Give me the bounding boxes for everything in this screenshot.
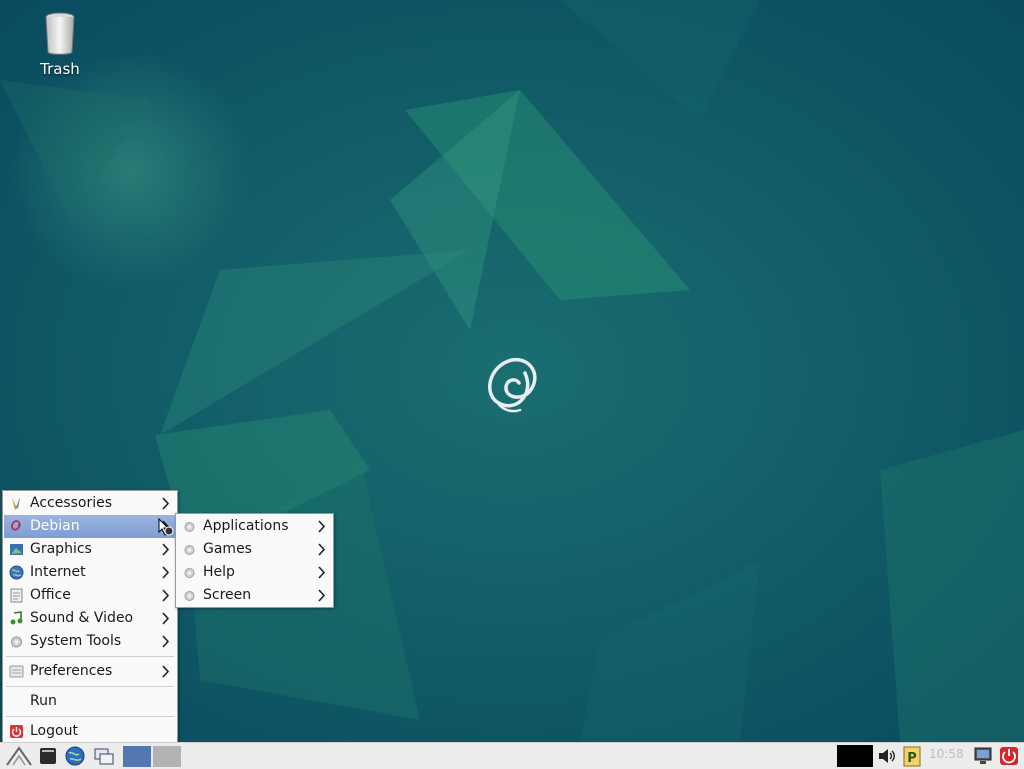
chevron-right-icon <box>162 543 170 556</box>
menu-item-preferences[interactable]: Preferences <box>4 660 176 683</box>
chevron-right-icon <box>318 566 326 579</box>
mouse-cursor-icon <box>158 518 174 536</box>
menu-launcher-button[interactable] <box>4 745 34 767</box>
application-menu: Accessories Debian Graphics Internet Off… <box>2 490 178 746</box>
menu-item-label: Debian <box>30 518 80 534</box>
chevron-right-icon <box>162 635 170 648</box>
menu-item-label: Graphics <box>30 541 92 557</box>
chevron-right-icon <box>162 665 170 678</box>
network-status[interactable] <box>972 745 994 767</box>
menu-item-label: Accessories <box>30 495 113 511</box>
show-desktop-button[interactable] <box>92 745 116 767</box>
preferences-icon <box>9 665 24 678</box>
menu-item-label: Screen <box>203 587 252 603</box>
menu-item-label: Run <box>30 693 57 709</box>
sound-video-icon <box>10 611 23 625</box>
web-browser-icon <box>65 746 85 766</box>
menu-separator <box>6 716 174 717</box>
clock[interactable]: 10:58 <box>929 747 964 761</box>
workspace-2-button[interactable] <box>153 746 181 767</box>
gear-icon <box>184 591 195 601</box>
submenu-item-applications[interactable]: Applications <box>177 515 332 538</box>
menu-item-run[interactable]: Run <box>4 690 176 713</box>
menu-item-label: System Tools <box>30 633 122 649</box>
logout-icon <box>10 725 23 738</box>
menu-separator <box>6 656 174 657</box>
volume-control[interactable] <box>876 745 898 767</box>
chevron-right-icon <box>318 589 326 602</box>
terminal-launcher[interactable] <box>38 745 58 767</box>
shutdown-icon <box>1000 747 1018 765</box>
network-icon <box>974 747 992 764</box>
menu-item-logout[interactable]: Logout <box>4 720 176 743</box>
clipboard-manager[interactable]: P <box>901 745 923 767</box>
menu-item-system-tools[interactable]: System Tools <box>4 630 176 653</box>
cpu-monitor[interactable] <box>837 745 873 767</box>
menu-item-label: Office <box>30 587 71 603</box>
menu-item-graphics[interactable]: Graphics <box>4 538 176 561</box>
chevron-right-icon <box>318 543 326 556</box>
desktop-icon-label: Trash <box>40 60 80 78</box>
menu-item-debian[interactable]: Debian <box>4 515 176 538</box>
menu-separator <box>6 686 174 687</box>
menu-item-label: Internet <box>30 564 86 580</box>
menu-item-accessories[interactable]: Accessories <box>4 492 176 515</box>
menu-item-label: Sound & Video <box>30 610 134 626</box>
gear-icon <box>184 545 195 555</box>
trash-icon <box>45 12 75 55</box>
accessories-icon <box>12 497 20 510</box>
gear-icon <box>184 522 195 532</box>
chevron-right-icon <box>162 566 170 579</box>
desktop-icon-trash[interactable]: Trash <box>20 12 100 78</box>
menu-item-label: Preferences <box>30 663 113 679</box>
debian-submenu: Applications Games Help Screen <box>175 513 334 608</box>
submenu-item-screen[interactable]: Screen <box>177 584 332 607</box>
gear-icon <box>184 568 195 578</box>
terminal-icon <box>40 748 56 764</box>
workspace-1-button[interactable] <box>123 746 151 767</box>
shutdown-button[interactable] <box>998 745 1020 767</box>
web-browser-launcher[interactable] <box>64 745 86 767</box>
office-icon <box>10 588 23 603</box>
volume-icon <box>879 749 895 763</box>
menu-item-internet[interactable]: Internet <box>4 561 176 584</box>
menu-item-office[interactable]: Office <box>4 584 176 607</box>
submenu-item-help[interactable]: Help <box>177 561 332 584</box>
menu-item-label: Help <box>203 564 235 580</box>
submenu-item-games[interactable]: Games <box>177 538 332 561</box>
chevron-right-icon <box>162 497 170 510</box>
chevron-right-icon <box>162 589 170 602</box>
taskbar: P 10:58 <box>0 742 1024 769</box>
svg-text:P: P <box>907 751 917 766</box>
show-desktop-icon <box>94 748 114 765</box>
chevron-right-icon <box>162 612 170 625</box>
menu-item-label: Games <box>203 541 252 557</box>
system-tools-icon <box>11 636 22 648</box>
chevron-right-icon <box>318 520 326 533</box>
menu-item-label: Applications <box>203 518 289 534</box>
menu-item-label: Logout <box>30 723 78 739</box>
debian-icon <box>11 520 21 531</box>
menu-item-sound-video[interactable]: Sound & Video <box>4 607 176 630</box>
menu-launcher-icon <box>6 746 32 766</box>
graphics-icon <box>10 544 23 555</box>
internet-icon <box>9 565 24 580</box>
clipboard-icon: P <box>903 746 921 767</box>
